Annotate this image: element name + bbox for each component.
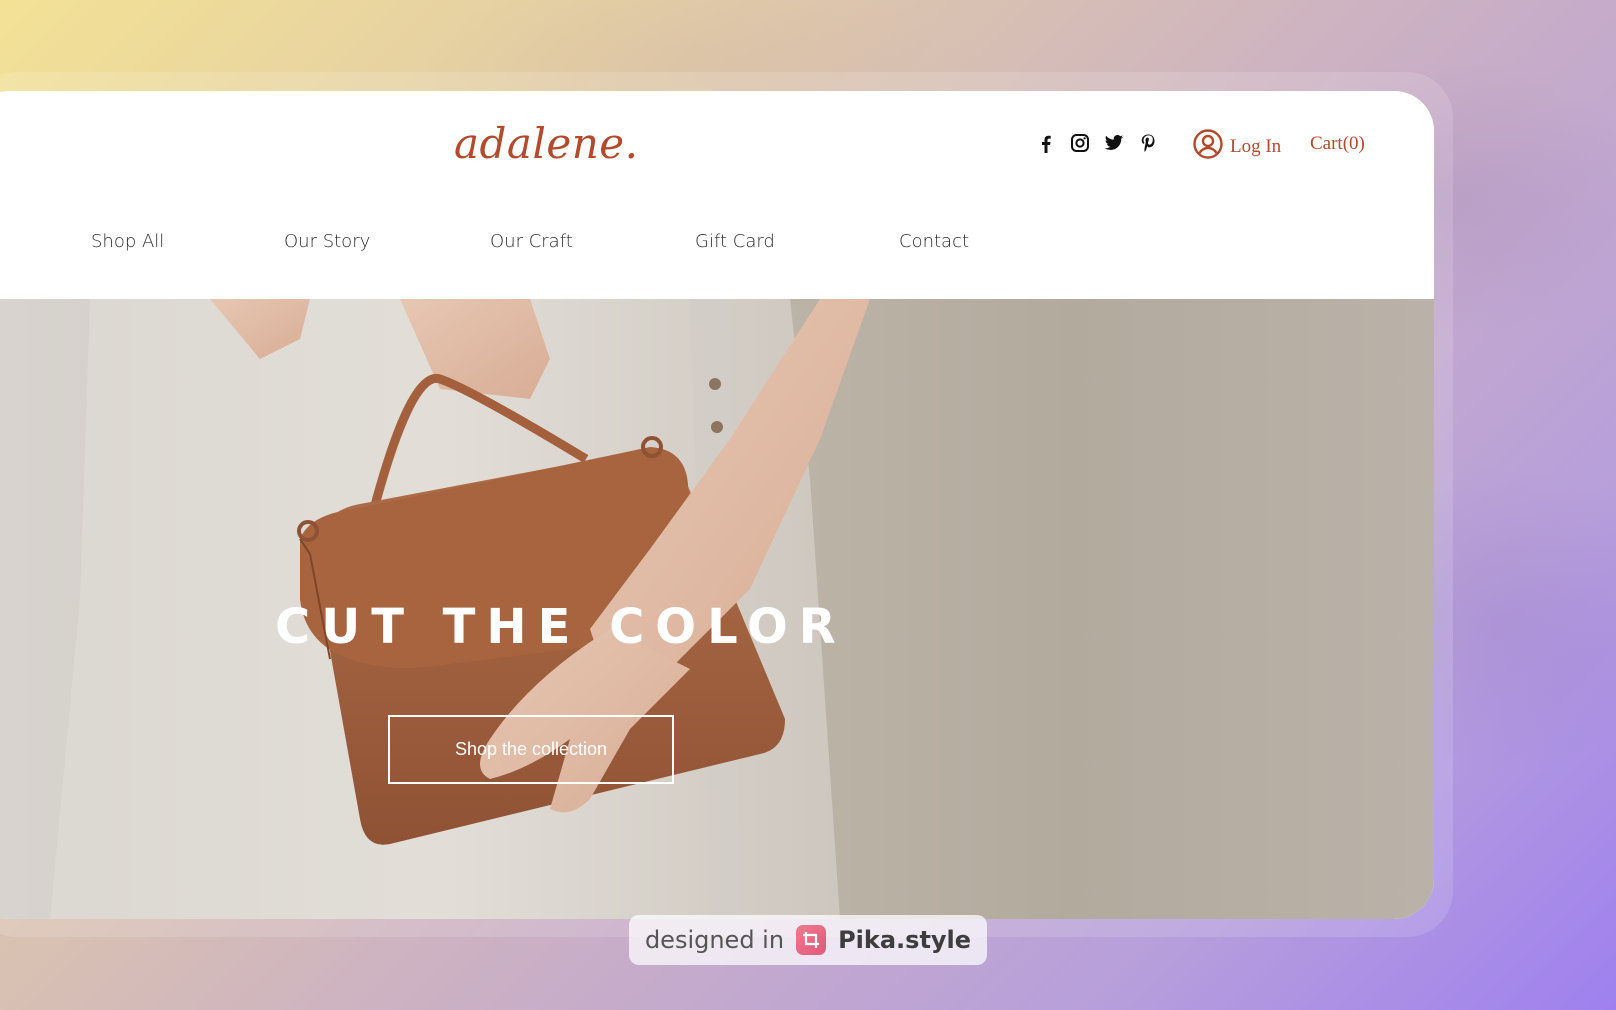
nav-item-our-craft[interactable]: Our Craft [490,231,573,252]
instagram-icon[interactable] [1070,133,1090,153]
crop-icon [796,925,827,955]
watermark-badge[interactable]: designed in Pika.style [629,915,987,965]
site-header: adalene. Log In Cart(0) Shop All Our Sto… [0,91,1434,299]
site-logo[interactable]: adalene. [454,119,639,168]
watermark-brand: Pika.style [838,926,972,954]
nav-item-gift-card[interactable]: Gift Card [695,231,775,252]
twitter-icon[interactable] [1104,133,1124,153]
hero-banner: CUT THE COLOR Shop the collection [0,299,1434,919]
hero-title: CUT THE COLOR [275,599,847,655]
nav-item-shop-all[interactable]: Shop All [91,231,164,252]
social-links [1036,133,1158,153]
nav-item-our-story[interactable]: Our Story [284,231,370,252]
facebook-icon[interactable] [1036,133,1056,153]
login-label: Log In [1230,136,1282,157]
nav-item-contact[interactable]: Contact [899,231,969,252]
browser-window: adalene. Log In Cart(0) Shop All Our Sto… [0,91,1434,919]
shop-collection-button[interactable]: Shop the collection [388,715,674,784]
watermark-prefix: designed in [644,926,785,954]
pinterest-icon[interactable] [1138,133,1158,153]
user-account-icon [1193,129,1223,165]
login-link[interactable]: Log In [1193,129,1281,165]
cart-link[interactable]: Cart(0) [1310,133,1365,155]
